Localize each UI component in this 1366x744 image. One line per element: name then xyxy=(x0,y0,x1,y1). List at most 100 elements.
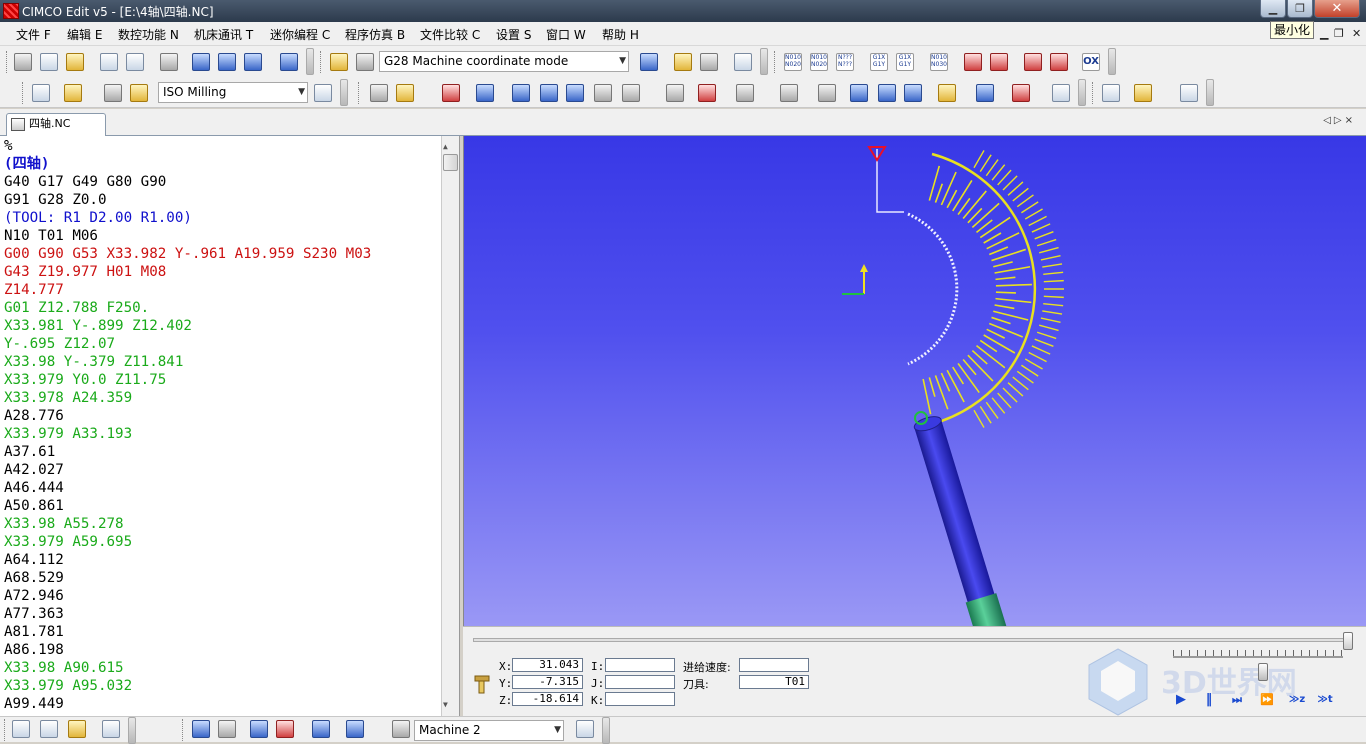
toolbar-grip[interactable] xyxy=(320,51,323,73)
zoom-in-icon[interactable] xyxy=(512,84,530,102)
toolbar-end[interactable] xyxy=(760,48,768,75)
pen-icon[interactable] xyxy=(622,84,640,102)
number-step-icon[interactable]: N010 N030 xyxy=(930,53,948,71)
find-next-icon[interactable] xyxy=(218,53,236,71)
close-button[interactable]: ✕ xyxy=(1314,0,1360,18)
menu-settings[interactable]: 设置 S xyxy=(496,26,531,43)
open-folder-icon[interactable] xyxy=(1134,84,1152,102)
tab-navigation[interactable]: ◁▷× xyxy=(1323,115,1356,126)
backplot-viewport[interactable] xyxy=(463,136,1366,626)
copy-doc-icon[interactable] xyxy=(40,720,58,738)
find-icon[interactable] xyxy=(192,53,210,71)
renumber-icon[interactable]: N010 N020 xyxy=(784,53,802,71)
coordinate-system-icon[interactable] xyxy=(938,84,956,102)
send-icon[interactable] xyxy=(192,720,210,738)
toolbar-grip[interactable] xyxy=(358,82,361,104)
editor-scrollbar[interactable]: ▲ ▼ xyxy=(441,136,459,716)
scroll-thumb[interactable] xyxy=(443,154,458,171)
redo-icon[interactable] xyxy=(126,53,144,71)
minimize-button[interactable]: ▁ xyxy=(1260,0,1286,18)
step-button[interactable]: ⏭ xyxy=(1229,692,1245,708)
info-icon[interactable] xyxy=(392,720,410,738)
toolbar-end[interactable] xyxy=(602,717,610,744)
new-file-icon[interactable] xyxy=(32,84,50,102)
menu-file-compare[interactable]: 文件比较 C xyxy=(420,26,480,43)
remove-numbers-icon[interactable]: N010 N020 xyxy=(810,53,828,71)
next-tool-button[interactable]: ≫t xyxy=(1315,692,1335,708)
receive-icon[interactable] xyxy=(218,720,236,738)
menu-nc-functions[interactable]: 数控功能 N xyxy=(118,26,179,43)
tool-change-icon[interactable] xyxy=(964,53,982,71)
mode-select[interactable]: G28 Machine coordinate mode ▼ xyxy=(379,51,629,72)
menu-file[interactable]: 文件 F xyxy=(16,26,51,43)
open-folder-icon[interactable] xyxy=(64,84,82,102)
speed-track[interactable] xyxy=(1173,656,1343,658)
transfer-icon[interactable] xyxy=(312,720,330,738)
remove-spaces-icon[interactable]: G1X G1Y xyxy=(896,53,914,71)
save-icon[interactable] xyxy=(104,84,122,102)
properties-icon[interactable] xyxy=(314,84,332,102)
clipboard-icon[interactable] xyxy=(102,720,120,738)
toolbar-grip[interactable] xyxy=(1092,82,1095,104)
folder-icon[interactable] xyxy=(68,720,86,738)
menu-machine-comm[interactable]: 机床通讯 T xyxy=(194,26,253,43)
play-button[interactable]: ▶ xyxy=(1173,692,1189,708)
toolbar-grip[interactable] xyxy=(774,51,777,73)
machine-type-select[interactable]: ISO Milling ▼ xyxy=(158,82,308,103)
backplot-icon[interactable] xyxy=(330,53,348,71)
solid-icon[interactable] xyxy=(476,84,494,102)
tab-file[interactable]: 四轴.NC xyxy=(6,113,106,136)
toolbar-end[interactable] xyxy=(1108,48,1116,75)
next-z-button[interactable]: ≫z xyxy=(1287,692,1307,708)
new-doc-icon[interactable] xyxy=(12,720,30,738)
zoom-out-icon[interactable] xyxy=(540,84,558,102)
toolbar-end[interactable] xyxy=(306,48,314,75)
toolbar-end[interactable] xyxy=(1206,79,1214,106)
report-icon[interactable] xyxy=(1102,84,1120,102)
paste-icon[interactable] xyxy=(66,53,84,71)
add-spaces-icon[interactable]: G1X G1Y xyxy=(870,53,888,71)
pause-button[interactable]: ‖ xyxy=(1201,692,1217,708)
copy-icon[interactable] xyxy=(40,53,58,71)
replace-icon[interactable] xyxy=(244,53,262,71)
insert-numbers-icon[interactable]: N??? N??? xyxy=(836,53,854,71)
view-side-icon[interactable] xyxy=(904,84,922,102)
save-all-icon[interactable] xyxy=(130,84,148,102)
display-icon[interactable] xyxy=(280,53,298,71)
transfer-settings-icon[interactable] xyxy=(346,720,364,738)
mdi-close-button[interactable]: ✕ xyxy=(1352,27,1361,40)
zoom-icon[interactable] xyxy=(640,53,658,71)
mdi-minimize-button[interactable]: ▁ xyxy=(1320,27,1328,40)
no-tool-icon[interactable] xyxy=(442,84,460,102)
toolbar-grip[interactable] xyxy=(182,719,185,741)
link-icon[interactable] xyxy=(666,84,684,102)
tool-icon[interactable] xyxy=(370,84,388,102)
clipboard-icon[interactable] xyxy=(1180,84,1198,102)
compare-stop-icon[interactable] xyxy=(276,720,294,738)
toolbar-end[interactable] xyxy=(340,79,348,106)
tool-up-icon[interactable] xyxy=(1050,53,1068,71)
clipboard-icon[interactable] xyxy=(734,53,752,71)
toolpath-icon[interactable] xyxy=(1012,84,1030,102)
light-bulb-icon[interactable] xyxy=(674,53,692,71)
menu-edit[interactable]: 编辑 E xyxy=(67,26,102,43)
compare-icon[interactable] xyxy=(250,720,268,738)
zoom-window-icon[interactable] xyxy=(566,84,584,102)
clipboard-icon[interactable] xyxy=(576,720,594,738)
view-iso-icon[interactable] xyxy=(850,84,868,102)
simulation-progress-track[interactable] xyxy=(473,638,1349,642)
machine-icon[interactable] xyxy=(818,84,836,102)
table-icon[interactable] xyxy=(700,53,718,71)
rotate-icon[interactable] xyxy=(976,84,994,102)
nc-code-editor[interactable]: % (四轴) G40 G17 G49 G80 G90 G91 G28 Z0.0 (TOO… xyxy=(0,136,460,716)
tool-prev-icon[interactable] xyxy=(1024,53,1042,71)
measure-icon[interactable] xyxy=(594,84,612,102)
scroll-down-icon[interactable]: ▼ xyxy=(443,696,448,714)
tool-next-icon[interactable] xyxy=(990,53,1008,71)
settings-gear-icon[interactable] xyxy=(356,53,374,71)
axis-icon[interactable] xyxy=(780,84,798,102)
menu-help[interactable]: 帮助 H xyxy=(602,26,639,43)
line-style-icon[interactable] xyxy=(736,84,754,102)
mdi-restore-button[interactable]: ❐ xyxy=(1334,27,1344,40)
cut-icon[interactable] xyxy=(14,53,32,71)
